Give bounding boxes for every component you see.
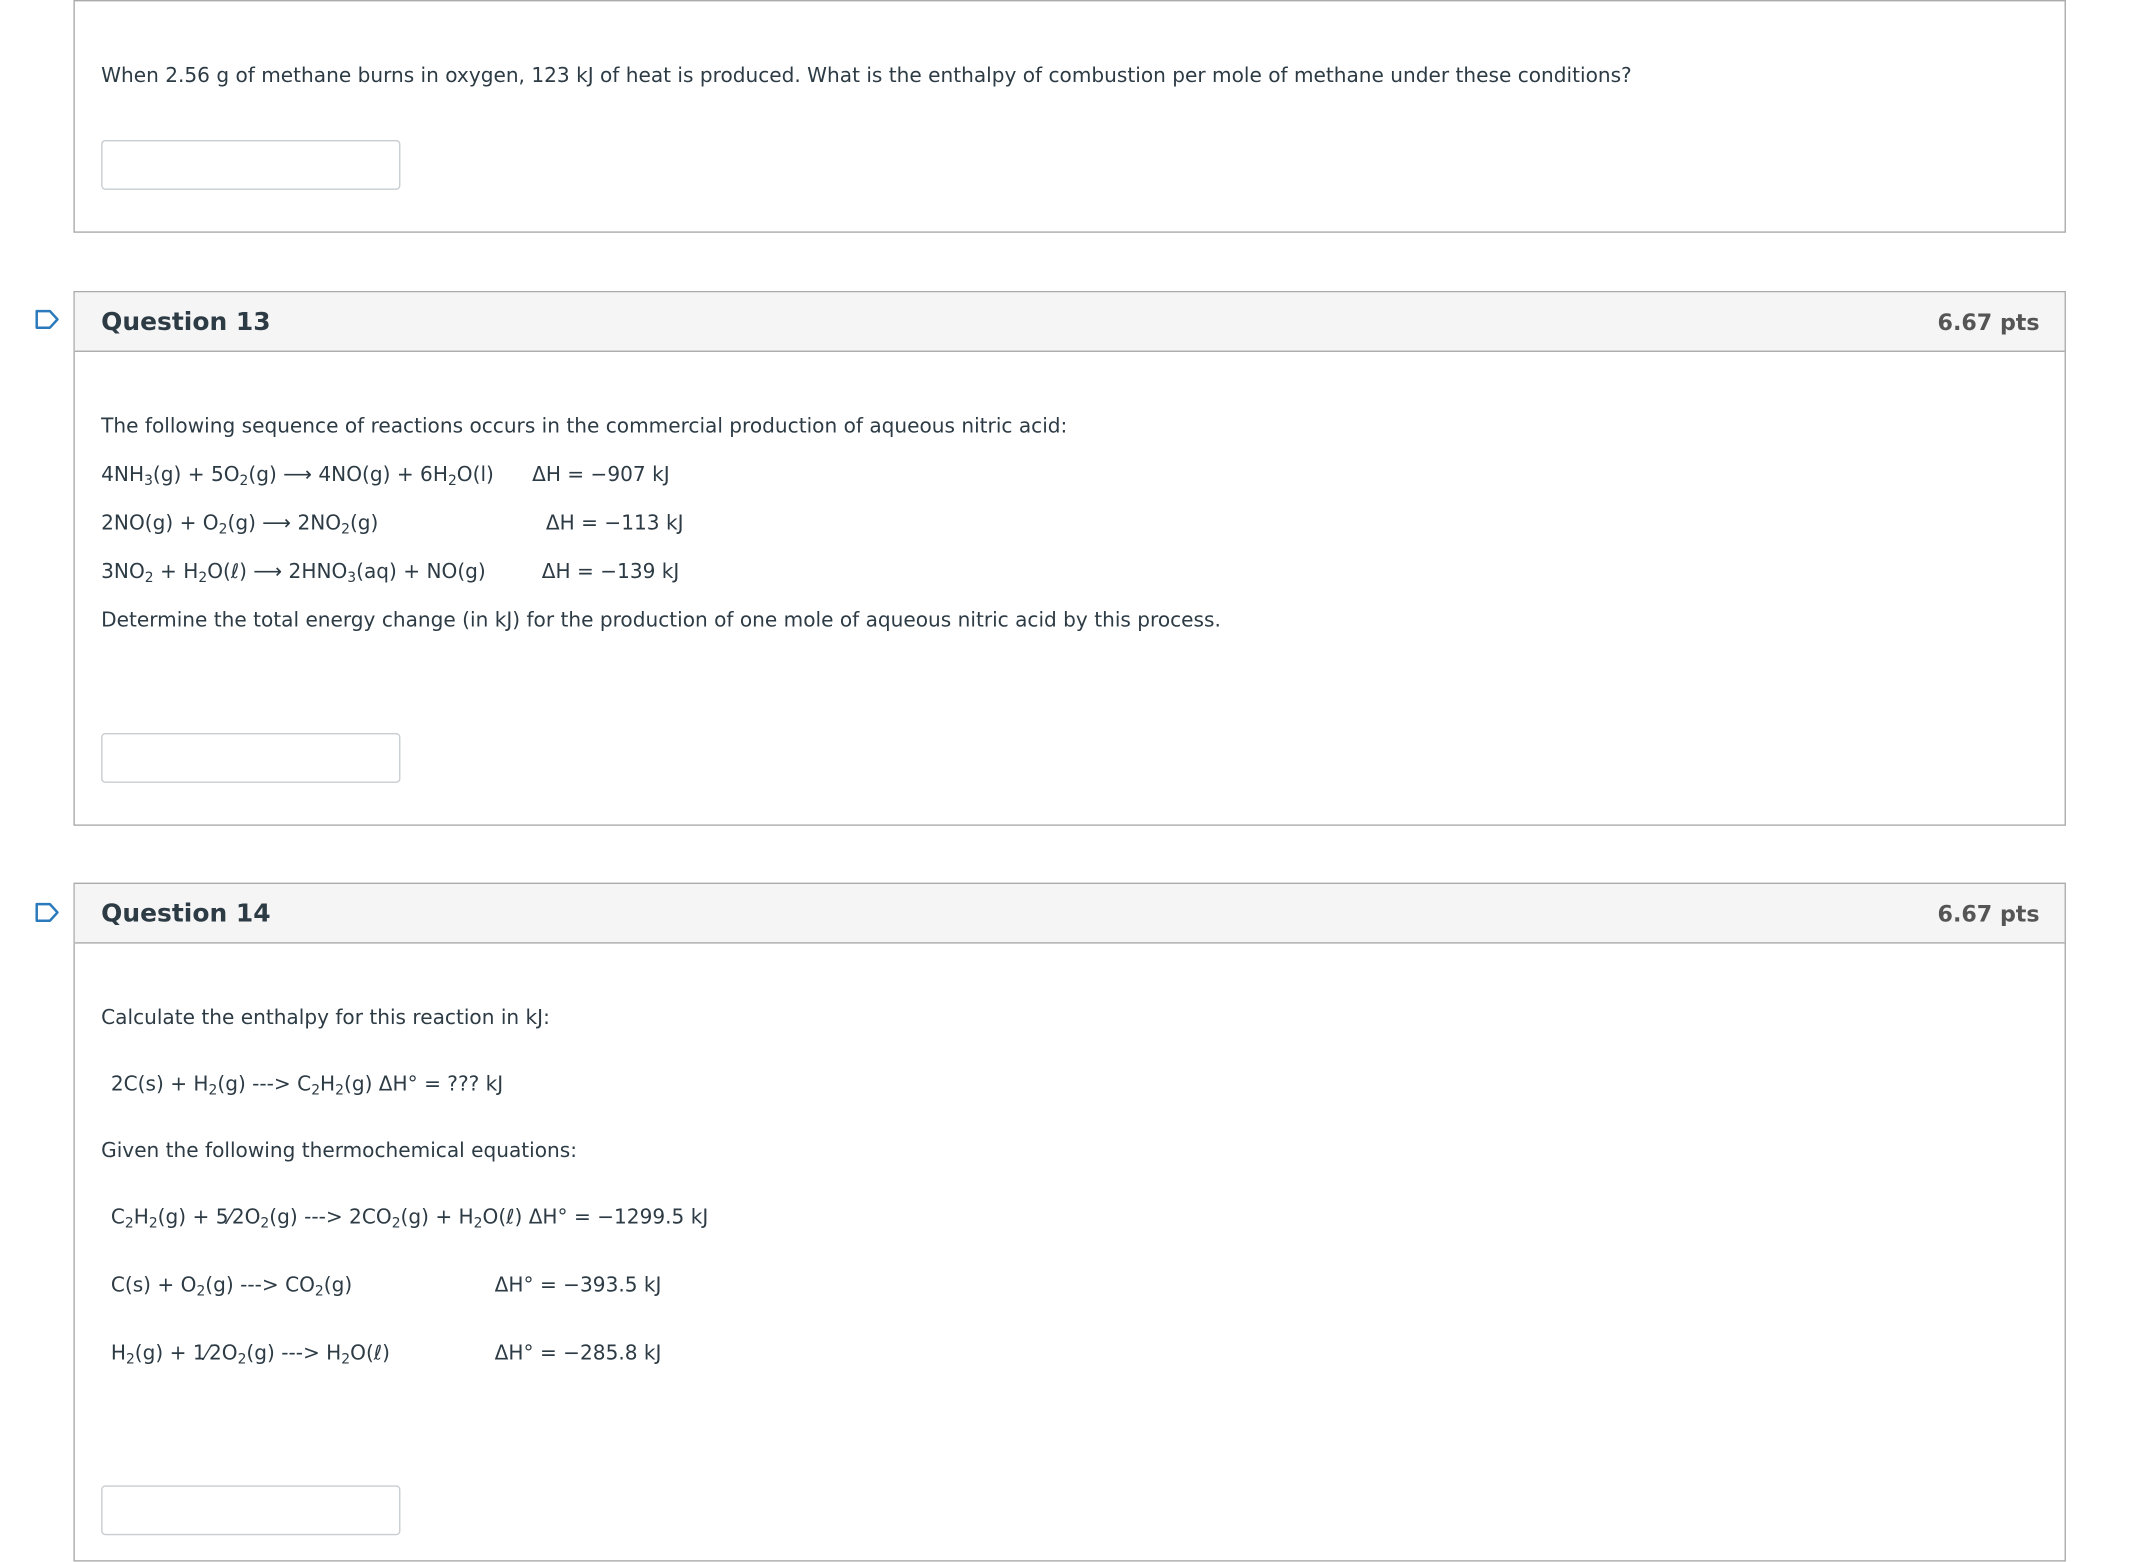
question-14-title: Question 14: [101, 899, 271, 929]
question-12-card: When 2.56 g of methane burns in oxygen, …: [73, 0, 2066, 233]
reaction-2-text: 2NO(g) + O2(g) ⟶ 2NO2(g): [101, 512, 379, 538]
question-14-card: Question 14 6.67 pts Calculate the entha…: [73, 882, 2066, 1562]
given-equation-3-text: H2(g) + 1⁄2O2(g) ---> H2O(ℓ): [110, 1342, 390, 1368]
question-14-answer-input[interactable]: [101, 1485, 401, 1536]
bookmark-flag-icon[interactable]: [35, 902, 60, 923]
reaction-1-delta-h: ΔH = −907 kJ: [532, 464, 670, 487]
given-label: Given the following thermochemical equat…: [101, 1140, 577, 1163]
question-13-header: Question 13 6.67 pts: [74, 292, 2065, 352]
reaction-3-text: 3NO2 + H2O(ℓ) ⟶ 2HNO3(aq) + NO(g): [101, 561, 486, 587]
given-equation-2: C(s) + O2(g) ---> CO2(g): [110, 1273, 353, 1300]
given-equation-1-text: C2H2(g) + 5⁄2O2(g) ---> 2CO2(g) + H2O(ℓ)…: [110, 1206, 709, 1232]
question-13-card: Question 13 6.67 pts The following seque…: [73, 290, 2066, 826]
reaction-3-equation: 3NO2 + H2O(ℓ) ⟶ 2HNO3(aq) + NO(g): [101, 560, 486, 585]
reaction-1-equation: 4NH3(g) + 5O2(g) ⟶ 4NO(g) + 6H2O(l): [101, 463, 494, 488]
quiz-page: When 2.56 g of methane burns in oxygen, …: [0, 0, 2156, 1562]
question-12-prompt: When 2.56 g of methane burns in oxygen, …: [101, 65, 1632, 88]
given-equation-3: H2(g) + 1⁄2O2(g) ---> H2O(ℓ): [110, 1341, 390, 1368]
question-14-intro: Calculate the enthalpy for this reaction…: [101, 1007, 550, 1030]
question-14-header: Question 14 6.67 pts: [74, 884, 2065, 944]
given-equation-2-text: C(s) + O2(g) ---> CO2(g): [110, 1274, 353, 1300]
given-equation-3-delta-h: ΔH° = −285.8 kJ: [494, 1342, 662, 1365]
question-14-points: 6.67 pts: [1937, 900, 2040, 927]
question-12-answer-input[interactable]: [101, 139, 401, 190]
question-13-answer-input[interactable]: [101, 732, 401, 783]
question-13-question: Determine the total energy change (in kJ…: [101, 609, 1221, 632]
given-equation-2-delta-h: ΔH° = −393.5 kJ: [494, 1274, 662, 1297]
question-13-points: 6.67 pts: [1937, 308, 2040, 336]
reaction-2-delta-h: ΔH = −113 kJ: [545, 512, 684, 535]
target-reaction-text: 2C(s) + H2(g) ---> C2H2(g) ΔH° = ??? kJ: [110, 1073, 504, 1099]
target-reaction: 2C(s) + H2(g) ---> C2H2(g) ΔH° = ??? kJ: [110, 1072, 504, 1099]
bookmark-flag-icon[interactable]: [35, 309, 60, 330]
given-equation-1: C2H2(g) + 5⁄2O2(g) ---> 2CO2(g) + H2O(ℓ)…: [110, 1205, 709, 1232]
reaction-3-delta-h: ΔH = −139 kJ: [541, 561, 680, 584]
reaction-1-text: 4NH3(g) + 5O2(g) ⟶ 4NO(g) + 6H2O(l): [101, 464, 494, 490]
question-13-intro: The following sequence of reactions occu…: [101, 415, 1068, 438]
reaction-2-equation: 2NO(g) + O2(g) ⟶ 2NO2(g): [101, 511, 379, 538]
question-13-title: Question 13: [101, 307, 271, 337]
